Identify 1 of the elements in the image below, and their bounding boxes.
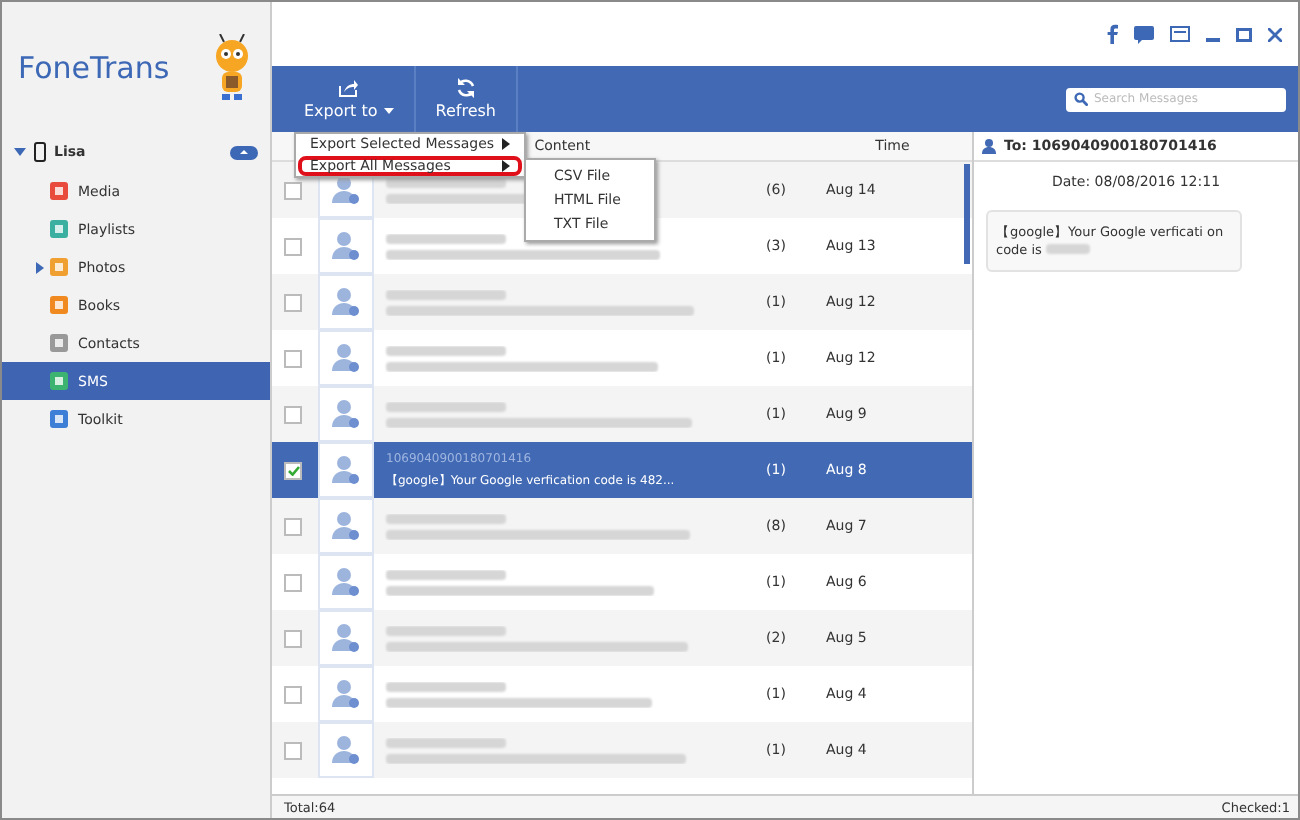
app-logo-text: FoneTrans bbox=[18, 49, 170, 85]
